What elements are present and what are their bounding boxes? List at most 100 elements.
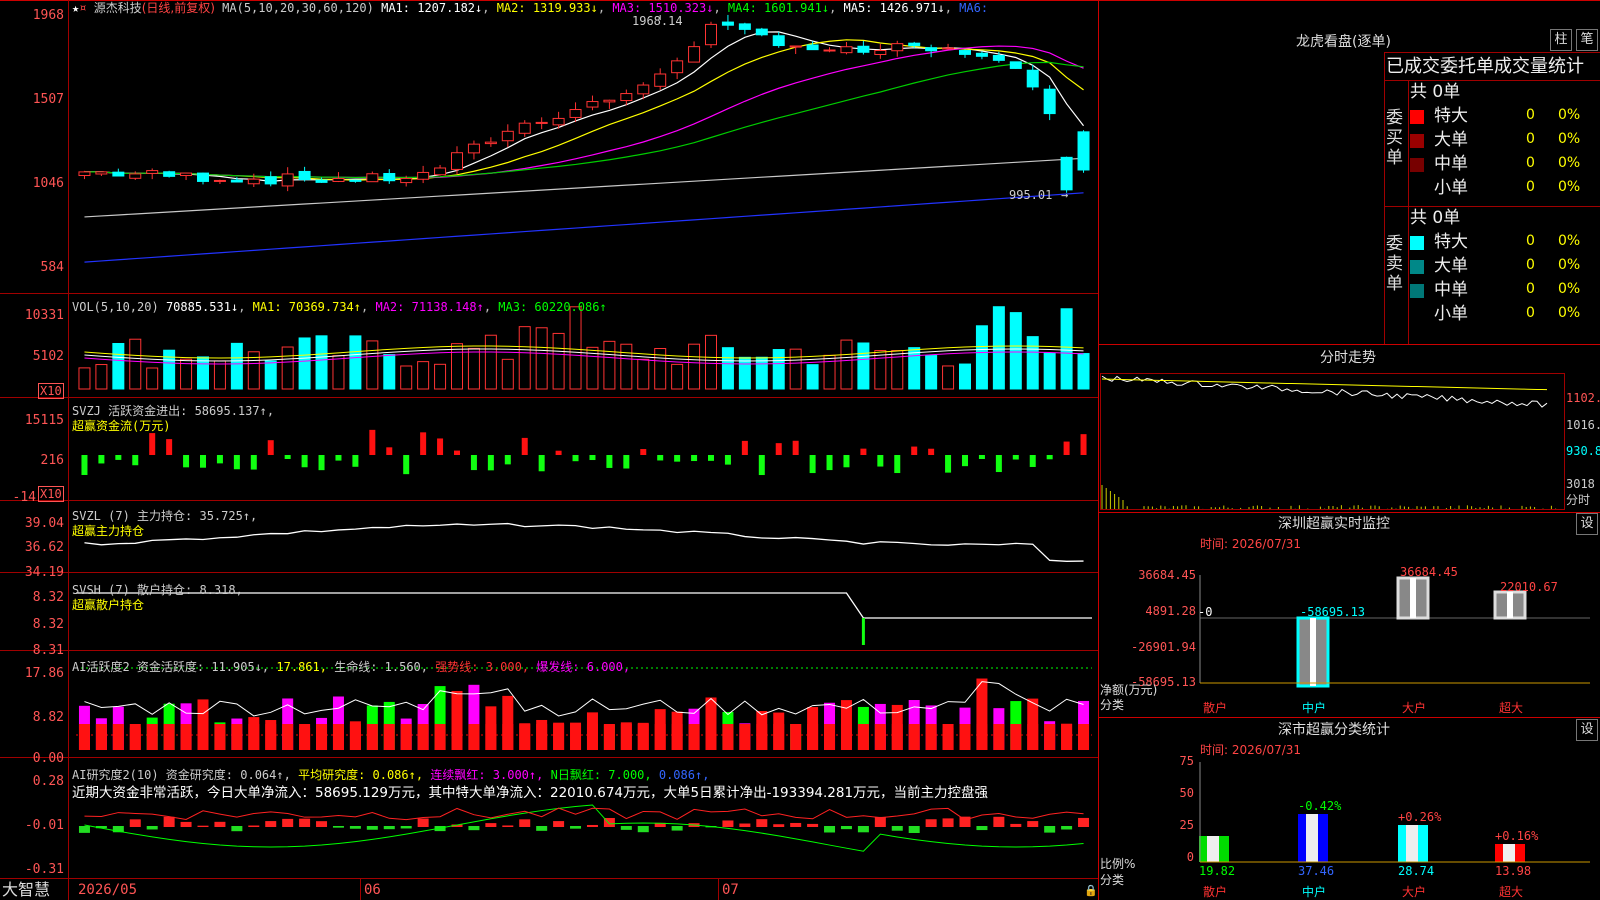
monitor-settings-button[interactable]: 设 xyxy=(1576,513,1598,535)
candle-body xyxy=(484,141,497,145)
candle-body xyxy=(603,99,616,103)
candle-body xyxy=(146,170,159,174)
candle-body xyxy=(586,101,599,108)
legend-swatch xyxy=(1410,284,1424,298)
stock-name[interactable]: 源杰科技 xyxy=(94,1,142,15)
stock-mode[interactable]: (日线,前复权) xyxy=(142,1,215,15)
fund-flow-bar xyxy=(132,455,139,466)
activity-base-bar xyxy=(925,724,937,750)
class-cat: 分类 xyxy=(1100,873,1125,887)
volume-bar xyxy=(806,364,819,390)
monitor-tick: 4891.28 xyxy=(1145,604,1196,618)
y-tick: -0.01 xyxy=(24,818,64,833)
volume-bar xyxy=(789,348,802,390)
activity-base-bar xyxy=(519,724,531,750)
candle-body xyxy=(959,50,971,55)
candle-body xyxy=(281,173,294,187)
research-bar xyxy=(383,826,395,830)
candle-body xyxy=(451,152,463,170)
svzj-title: SVZJ 活跃资金进出: 58695.137↑, xyxy=(72,404,275,418)
candle-body xyxy=(738,23,751,30)
candle-body xyxy=(366,173,379,183)
lock-icon[interactable]: 🔒 xyxy=(1084,884,1098,898)
research-bar xyxy=(959,816,971,827)
candle-body xyxy=(654,73,667,87)
order-row-value: 0 xyxy=(1526,131,1535,147)
activity-base-bar xyxy=(383,724,395,750)
candle-body xyxy=(518,122,531,134)
activity-base-bar xyxy=(95,724,107,750)
fund-flow-bar xyxy=(200,455,206,468)
volume-bar xyxy=(1009,312,1022,390)
order-row-name: 小单 xyxy=(1434,178,1468,198)
bar-mode-button[interactable]: 柱 xyxy=(1550,29,1572,51)
fund-flow-bar xyxy=(945,455,952,473)
order-row-name: 中单 xyxy=(1434,154,1468,174)
activity-base-bar xyxy=(942,724,954,750)
research-bar xyxy=(231,826,243,832)
app-logo: 大智慧 xyxy=(2,880,51,899)
research-bar xyxy=(637,826,649,833)
volume-bar xyxy=(213,360,226,390)
candle-body xyxy=(925,47,938,52)
activity-base-bar xyxy=(112,724,124,750)
research-bar xyxy=(790,822,802,827)
candle-body xyxy=(552,117,565,126)
activity-base-bar xyxy=(553,724,565,750)
activity-base-bar xyxy=(400,724,412,750)
research-bar xyxy=(1044,826,1056,833)
activity-base-bar xyxy=(1044,724,1056,750)
volume-bar xyxy=(383,354,396,390)
fund-flow-bar xyxy=(623,455,630,469)
candle-body xyxy=(247,178,260,185)
candle-body xyxy=(992,54,1005,61)
volume-bar xyxy=(721,347,734,390)
fund-flow-bar xyxy=(318,455,325,471)
monitor-bar xyxy=(1507,592,1513,618)
monitor-value: -58695.13 xyxy=(1300,605,1366,619)
fund-flow-bar xyxy=(792,440,799,455)
svzl-title: SVZL (7) 主力持仓: 35.725↑, xyxy=(72,509,258,523)
order-row-value: 0 xyxy=(1526,281,1535,297)
classification-value: 37.46 xyxy=(1298,864,1335,878)
candle-body xyxy=(332,177,345,182)
intraday-tick: 分时 xyxy=(1566,493,1591,507)
fund-flow-bar xyxy=(216,455,223,464)
y-tick: 8.32 xyxy=(32,617,64,632)
research-bar xyxy=(891,826,903,831)
activity-base-bar xyxy=(756,724,768,750)
volume-bar xyxy=(129,338,142,390)
activity-base-bar xyxy=(417,724,429,750)
classification-settings-button[interactable]: 设 xyxy=(1576,719,1598,741)
monitor-bar xyxy=(1310,618,1316,686)
volume-bar xyxy=(197,356,209,390)
candle-body xyxy=(129,173,142,179)
fund-flow-bar xyxy=(233,455,240,470)
research-bar xyxy=(807,823,819,827)
intraday-tick: 1102. xyxy=(1566,391,1600,405)
fund-flow-bar xyxy=(166,439,173,455)
candle-body xyxy=(637,84,650,95)
research-bar xyxy=(874,816,886,827)
activity-base-bar xyxy=(654,724,666,750)
intraday-chart[interactable] xyxy=(1100,373,1565,510)
ma4-value: MA4: 1601.941↓ xyxy=(727,1,830,15)
pen-mode-button[interactable]: 笔 xyxy=(1576,29,1598,51)
fund-flow-bar xyxy=(98,455,105,464)
fund-flow-bar xyxy=(250,455,257,470)
volume-bar xyxy=(755,356,768,390)
candle-body xyxy=(95,171,108,175)
fund-flow-bar xyxy=(657,455,664,461)
y-tick: 584 xyxy=(40,260,64,275)
intraday-title: 分时走势 xyxy=(1320,350,1376,366)
research-bar xyxy=(739,823,751,827)
activity-base-bar xyxy=(146,724,158,750)
research-bar xyxy=(536,826,548,831)
activity-base-bar xyxy=(773,724,785,750)
ma-line xyxy=(84,45,1084,179)
fund-flow-bar xyxy=(115,455,122,460)
candle-body xyxy=(467,143,480,154)
classification-title: 深市超赢分类统计 xyxy=(1278,722,1390,738)
activity-base-bar xyxy=(993,724,1005,750)
classification-category: 大户 xyxy=(1402,885,1427,899)
